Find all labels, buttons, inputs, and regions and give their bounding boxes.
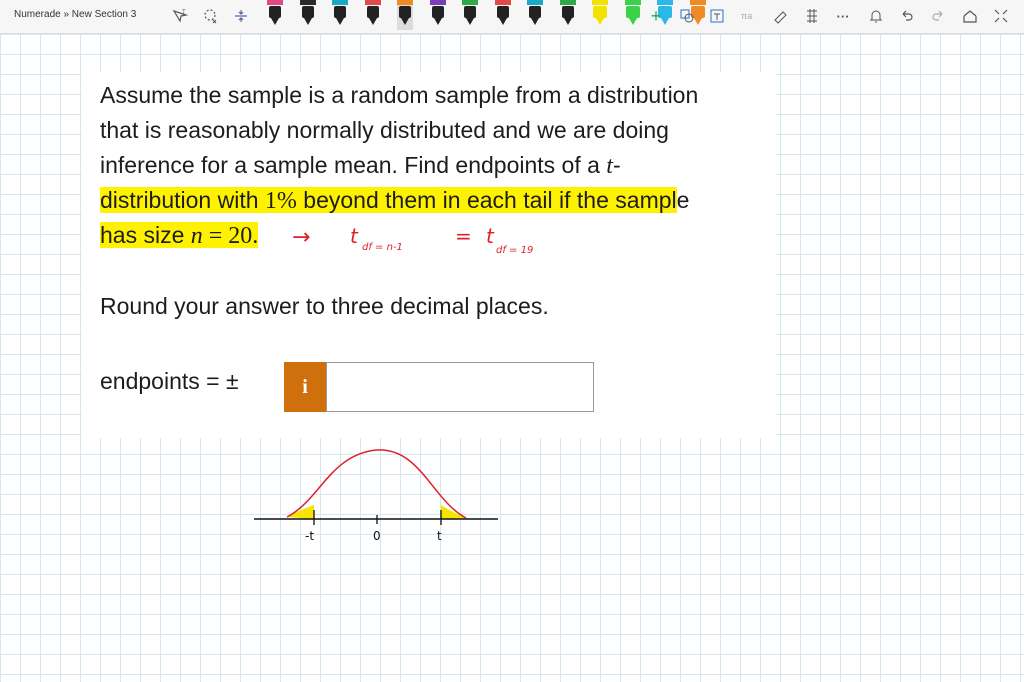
t-glyph-2: t: [486, 224, 495, 248]
left-label: -t: [305, 529, 314, 543]
right-label: t: [437, 529, 442, 543]
handwriting-layer: → t df = n-1 = t df = 19 -t 0 t: [254, 224, 533, 543]
equals-glyph: =: [455, 224, 472, 248]
handwritten-annotation: → t df = n-1 = t df = 19: [292, 224, 533, 256]
center-label: 0: [373, 529, 381, 543]
subscript-1: df = n-1: [362, 242, 403, 253]
arrow-glyph: →: [292, 225, 310, 250]
distribution-sketch: -t 0 t: [254, 449, 498, 543]
subscript-2: df = 19: [496, 245, 533, 256]
t-glyph-1: t: [350, 224, 359, 248]
right-tail-shade: [441, 505, 466, 519]
